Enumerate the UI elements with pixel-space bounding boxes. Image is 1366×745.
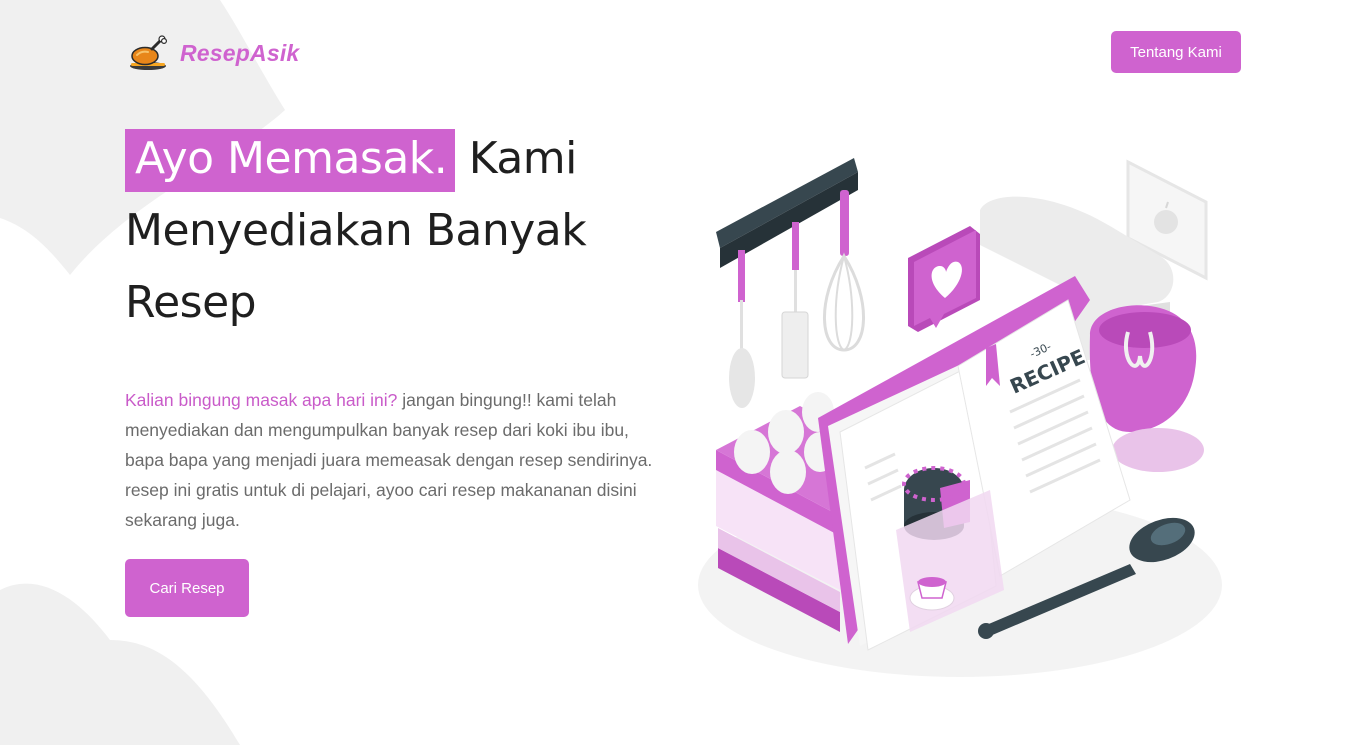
spatula-icon xyxy=(781,222,809,379)
heart-bubble-icon xyxy=(908,226,980,332)
find-recipe-button[interactable]: Cari Resep xyxy=(125,559,249,617)
navbar: ResepAsik Tentang Kami xyxy=(0,0,1366,105)
cooking-illustration: -30- RECIPE xyxy=(698,158,1222,677)
hero-description: Kalian bingung masak apa hari ini? janga… xyxy=(125,385,670,535)
roast-chicken-icon xyxy=(130,35,167,70)
description-body: jangan bingung!! kami telah menyediakan … xyxy=(125,390,653,530)
brand-link[interactable]: ResepAsik xyxy=(128,33,299,73)
description-accent: Kalian bingung masak apa hari ini? xyxy=(125,390,398,410)
headline-highlight: Ayo Memasak. xyxy=(125,129,456,192)
ladle-icon xyxy=(729,250,755,408)
utensil-rack xyxy=(716,158,865,408)
hero-section: Ayo Memasak. Kami Menyediakan Banyak Res… xyxy=(125,123,675,617)
brand-name: ResepAsik xyxy=(180,39,300,66)
hero-headline: Ayo Memasak. Kami Menyediakan Banyak Res… xyxy=(125,123,675,339)
about-us-button[interactable]: Tentang Kami xyxy=(1111,31,1241,73)
whisk-icon xyxy=(823,190,865,352)
